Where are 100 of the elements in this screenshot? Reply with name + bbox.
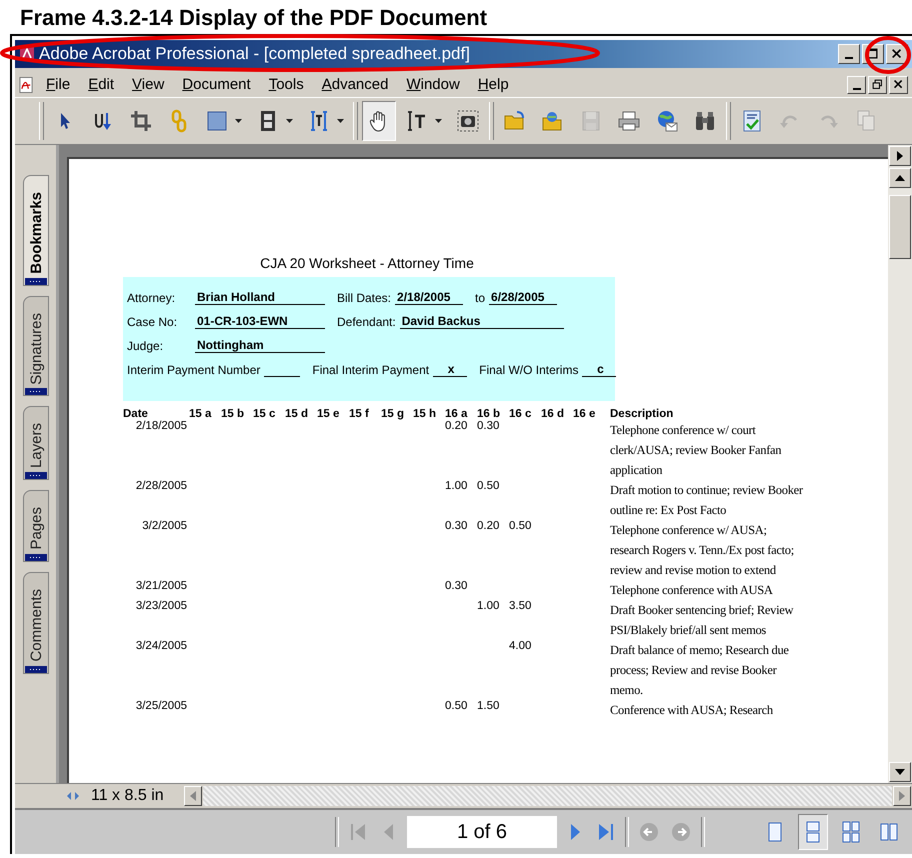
maximize-icon xyxy=(867,48,879,60)
column-header: 15 b xyxy=(221,407,246,420)
menu-item[interactable]: Advanced xyxy=(314,76,396,93)
minimize-icon xyxy=(852,88,860,90)
minimize-button[interactable] xyxy=(838,44,860,64)
minimize-button[interactable] xyxy=(847,76,866,94)
left-arrow-icon xyxy=(190,791,196,801)
frame-caption: Frame 4.3.2-14 Display of the PDF Document xyxy=(19,4,488,32)
grip-icon xyxy=(25,472,47,480)
hours-cell: 0.30 xyxy=(477,420,500,432)
page-number-field[interactable]: 1 of 6 xyxy=(407,816,557,848)
menu-item[interactable]: Window xyxy=(398,76,468,93)
minimize-icon xyxy=(845,57,853,59)
description-cell-text: Draft balance of memo; Research due process; Review and revise Booker memo. xyxy=(609,642,790,699)
menu-item[interactable]: View xyxy=(124,76,172,93)
side-tab[interactable]: Comments xyxy=(23,572,49,674)
expand-pane-button[interactable] xyxy=(889,146,911,166)
description-cell-text: Telephone conference w/ court clerk/AUSA; review Booker Fanfan application xyxy=(609,422,782,479)
column-header: 16 d xyxy=(541,407,566,420)
column-header: 15 e xyxy=(317,407,340,420)
right-arrow-icon xyxy=(896,151,904,161)
hours-cell: 1.00 xyxy=(477,600,500,612)
restore-button[interactable] xyxy=(868,76,887,94)
column-header: 15 g xyxy=(381,407,406,420)
scroll-up-button[interactable] xyxy=(889,168,911,188)
menu-item[interactable]: File xyxy=(38,76,78,93)
back-icon xyxy=(639,822,659,842)
up-arrow-icon xyxy=(895,175,905,181)
toolbar-button[interactable] xyxy=(362,101,396,141)
worksheet-title: CJA 20 Worksheet - Attorney Time xyxy=(259,255,475,271)
field-label: Interim Payment Number xyxy=(127,363,260,377)
scroll-down-button[interactable] xyxy=(889,762,911,782)
hours-cell: 0.50 xyxy=(445,700,468,712)
hours-cell: 0.20 xyxy=(445,420,468,432)
side-tab[interactable]: Pages xyxy=(23,490,49,562)
four-pages-icon xyxy=(841,821,861,843)
caret-icon xyxy=(286,119,293,123)
side-tab[interactable]: Signatures xyxy=(23,296,49,396)
split-handle-icon[interactable] xyxy=(67,790,79,802)
rectangle-icon xyxy=(205,109,229,133)
column-header: 15 a xyxy=(189,407,212,420)
field-label: Defendant: xyxy=(337,315,396,329)
horizontal-scrollbar[interactable] xyxy=(203,786,892,806)
date-cell-text: 3/23/2005 xyxy=(134,600,188,614)
binoculars-icon xyxy=(693,109,717,133)
grip-icon xyxy=(25,666,47,673)
grip-icon xyxy=(25,278,47,285)
field-label: Bill Dates: xyxy=(337,291,392,305)
annotation-ellipse xyxy=(865,36,911,74)
hours-cell: 1.00 xyxy=(445,480,468,492)
description-cell-text: Telephone conference with AUSA xyxy=(609,582,774,599)
date-cell-text: 2/18/2005 xyxy=(134,420,188,434)
field-label: Final Interim Payment xyxy=(312,363,430,377)
blank-line xyxy=(264,375,300,377)
printer-icon xyxy=(617,109,641,133)
grip-icon xyxy=(25,388,47,396)
field-value: 01-CR-103-EWN xyxy=(195,314,325,329)
caret-icon xyxy=(337,119,344,123)
menu-item[interactable]: Tools xyxy=(260,76,312,93)
column-header: 16 a xyxy=(445,407,468,420)
description-cell-text: Telephone conference w/ AUSA; research Rogers v. Tenn./Ex post facto; review and revise motion to extend xyxy=(609,522,795,579)
caret-icon xyxy=(235,119,242,123)
field-value: 6/28/2005 xyxy=(489,290,558,305)
date-cell-text: 3/25/2005 xyxy=(134,700,188,714)
field-label: Case No: xyxy=(127,315,178,329)
scroll-left-button[interactable] xyxy=(184,786,202,806)
field-value: Brian Holland xyxy=(195,290,325,305)
two-pages-icon xyxy=(879,821,899,843)
date-cell-text: 3/21/2005 xyxy=(134,580,188,594)
side-tab[interactable]: Layers xyxy=(23,406,49,480)
menu-item[interactable]: Help xyxy=(470,76,517,93)
email-icon xyxy=(655,109,679,133)
field-value: c xyxy=(582,362,616,377)
menu-item[interactable]: Edit xyxy=(80,76,122,93)
hours-cell: 0.50 xyxy=(509,520,532,532)
continuous-button[interactable] xyxy=(798,814,828,850)
field-label: Final W/O Interims xyxy=(479,363,578,377)
side-tab[interactable]: Bookmarks xyxy=(23,175,49,286)
close-button[interactable] xyxy=(889,76,908,94)
column-header: 15 c xyxy=(253,407,276,420)
close-icon xyxy=(893,79,904,90)
description-cell-text: Draft motion to continue; review Booker outline re: Ex Post Facto xyxy=(609,482,804,519)
description-cell-text: Draft Booker sentencing brief; Review PSI/Blakely brief/all sent memos xyxy=(609,602,794,639)
hours-cell: 4.00 xyxy=(509,640,532,652)
page-size-label: 11 x 8.5 in xyxy=(90,787,165,805)
column-header: 16 b xyxy=(477,407,502,420)
hours-cell: 0.20 xyxy=(477,520,500,532)
column-header: 15 f xyxy=(349,407,370,420)
scroll-right-button[interactable] xyxy=(893,786,911,806)
field-value: 2/18/2005 xyxy=(395,290,464,305)
crop-icon xyxy=(129,109,153,133)
menu-item[interactable]: Document xyxy=(174,76,259,93)
caret-icon xyxy=(435,119,442,123)
hours-cell: 3.50 xyxy=(509,600,532,612)
scroll-thumb[interactable] xyxy=(889,195,911,259)
date-cell-text: 3/2/2005 xyxy=(141,520,188,534)
right-arrow-icon xyxy=(899,791,905,801)
last-page-icon xyxy=(597,822,615,842)
field-label: Attorney: xyxy=(127,291,176,305)
hours-cell: 0.50 xyxy=(477,480,500,492)
